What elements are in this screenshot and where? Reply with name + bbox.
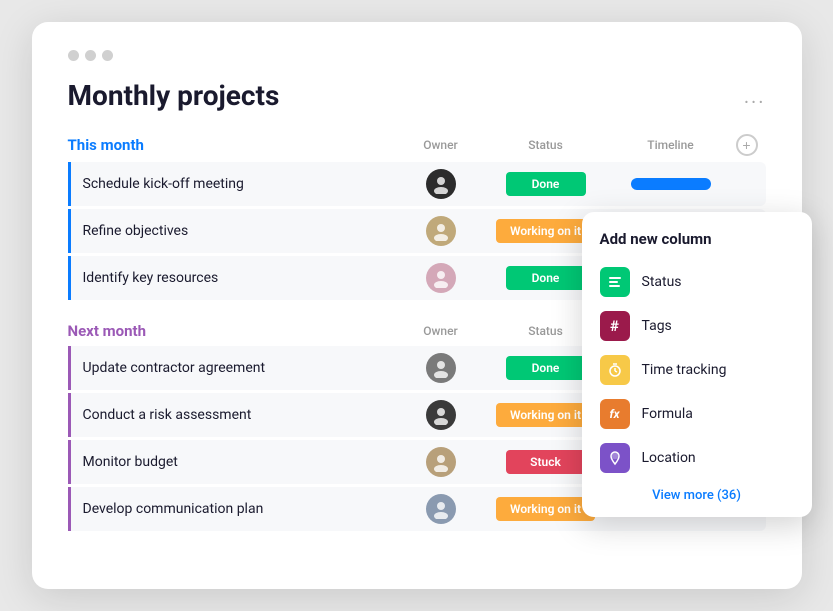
status-badge: Stuck xyxy=(506,450,586,474)
task-row: Schedule kick-off meeting Done xyxy=(68,162,766,206)
window-controls xyxy=(68,50,766,61)
add-column-dropdown: Add new column Status # Tags Time tracki… xyxy=(582,212,812,517)
owner-cell xyxy=(396,494,486,524)
dropdown-item-label: Time tracking xyxy=(642,362,727,378)
task-name: Monitor budget xyxy=(71,454,396,470)
task-name: Update contractor agreement xyxy=(71,360,396,376)
this-month-owner-col-label: Owner xyxy=(396,138,486,152)
status-icon xyxy=(600,267,630,297)
owner-cell xyxy=(396,216,486,246)
main-window: Monthly projects ··· This month Owner St… xyxy=(32,22,802,589)
owner-cell xyxy=(396,447,486,477)
status-badge: Working on it xyxy=(496,219,595,243)
avatar xyxy=(426,353,456,383)
dropdown-item-label: Formula xyxy=(642,406,693,422)
dropdown-item-time-tracking[interactable]: Time tracking xyxy=(582,348,812,392)
timeline-cell xyxy=(606,178,736,190)
formula-icon: fx xyxy=(600,399,630,429)
add-column-button-top[interactable]: + xyxy=(736,134,758,156)
this-month-status-col-label: Status xyxy=(486,138,606,152)
timeline-bar xyxy=(631,178,711,190)
avatar xyxy=(426,169,456,199)
tags-icon: # xyxy=(600,311,630,341)
owner-cell xyxy=(396,353,486,383)
next-month-title: Next month xyxy=(68,322,146,340)
dropdown-item-label: Status xyxy=(642,274,682,290)
page-title: Monthly projects xyxy=(68,79,766,112)
avatar xyxy=(426,447,456,477)
dropdown-item-status[interactable]: Status xyxy=(582,260,812,304)
dot-1 xyxy=(68,50,79,61)
status-badge: Working on it xyxy=(496,497,595,521)
avatar xyxy=(426,216,456,246)
location-icon xyxy=(600,443,630,473)
dropdown-item-tags[interactable]: # Tags xyxy=(582,304,812,348)
this-month-header: This month Owner Status Timeline + xyxy=(68,134,766,156)
task-name: Identify key resources xyxy=(71,270,396,286)
status-badge: Working on it xyxy=(496,403,595,427)
this-month-title: This month xyxy=(68,136,144,154)
status-badge: Done xyxy=(506,172,586,196)
task-name: Refine objectives xyxy=(71,223,396,239)
more-options-button[interactable]: ··· xyxy=(744,90,766,114)
owner-cell xyxy=(396,169,486,199)
owner-cell xyxy=(396,263,486,293)
task-name: Schedule kick-off meeting xyxy=(71,176,396,192)
view-more-link[interactable]: View more (36) xyxy=(582,480,812,507)
time-tracking-icon xyxy=(600,355,630,385)
dropdown-title: Add new column xyxy=(582,230,812,260)
status-badge: Done xyxy=(506,266,586,290)
dropdown-item-label: Location xyxy=(642,450,696,466)
dot-2 xyxy=(85,50,96,61)
avatar xyxy=(426,263,456,293)
dropdown-item-location[interactable]: Location xyxy=(582,436,812,480)
owner-cell xyxy=(396,400,486,430)
status-cell: Done xyxy=(486,172,606,196)
avatar xyxy=(426,494,456,524)
task-name: Conduct a risk assessment xyxy=(71,407,396,423)
dropdown-item-formula[interactable]: fx Formula xyxy=(582,392,812,436)
this-month-timeline-col-label: Timeline xyxy=(606,138,736,152)
next-month-owner-col-label: Owner xyxy=(396,324,486,338)
dot-3 xyxy=(102,50,113,61)
task-name: Develop communication plan xyxy=(71,501,396,517)
avatar xyxy=(426,400,456,430)
status-badge: Done xyxy=(506,356,586,380)
dropdown-item-label: Tags xyxy=(642,318,672,334)
